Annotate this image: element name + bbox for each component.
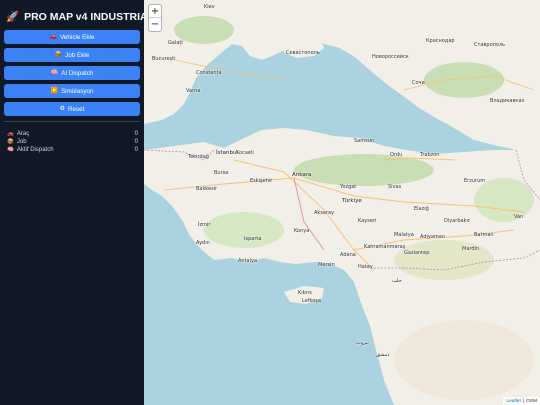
city-label: Constanța [196, 70, 222, 76]
stat-label: Job [16, 139, 27, 145]
city-label: Lefkoşa [302, 298, 321, 304]
city-label: Van [514, 214, 524, 220]
city-label: İstanbul [216, 150, 239, 156]
stat-value: 0 [134, 139, 138, 145]
add-job-label: Job Ekle [65, 51, 90, 59]
add-vehicle-button[interactable]: 🚗 Vehicle Ekle [4, 30, 140, 44]
forest-patch [294, 154, 434, 186]
stat-value: 0 [134, 131, 138, 137]
city-label: Samsun [354, 138, 375, 144]
city-label: Elazığ [414, 206, 429, 212]
sidebar-divider [4, 121, 140, 122]
city-label: Mersin [318, 262, 335, 268]
forest-patch [174, 16, 234, 44]
city-label: Краснодар [426, 38, 455, 44]
city-label: Sivas [388, 184, 402, 190]
desert-patch [394, 320, 534, 400]
package-icon: 📦 [54, 52, 63, 58]
forest-patch [204, 212, 284, 248]
city-label: Hatay [358, 264, 373, 270]
city-label: Aydın [196, 240, 210, 246]
city-label: Yozgat [340, 184, 357, 190]
city-label: Adıyaman [420, 234, 446, 240]
city-label: Kahramanmaraş [364, 244, 406, 250]
city-label: Севастополь [286, 50, 320, 56]
city-label: Malatya [394, 232, 414, 238]
city-label: دمشق [376, 352, 390, 358]
city-label: Tekirdağ [188, 154, 209, 160]
city-label: Türkiye [342, 198, 362, 204]
city-label: Ankara [292, 172, 312, 178]
zoom-in-button[interactable]: + [149, 5, 161, 18]
recycle-icon: ♻ [59, 106, 65, 112]
car-icon: 🚗 [7, 131, 14, 137]
simulation-button[interactable]: ▶️ Simülasyon [4, 84, 140, 98]
app-title-text: PRO MAP v4 INDUSTRIAL [24, 10, 154, 23]
reset-label: Reset [67, 105, 85, 113]
city-label: بيروت [356, 340, 369, 346]
city-label: Gaziantep [404, 250, 430, 256]
city-label: Balıkesir [196, 186, 218, 192]
city-label: Konya [294, 228, 310, 234]
ai-dispatch-button[interactable]: 🧠 AI Dispatch [4, 66, 140, 80]
city-label: Ставрополь [474, 42, 506, 48]
city-label: Mardin [462, 246, 480, 252]
app-title: 🚀 PRO MAP v4 INDUSTRIAL [4, 8, 154, 25]
package-icon: 📦 [7, 139, 14, 145]
city-label: Diyarbakır [444, 218, 470, 224]
sidebar: 🚀 PRO MAP v4 INDUSTRIAL 🚗 Vehicle Ekle 📦… [0, 0, 154, 405]
city-label: Новороссийск [372, 54, 409, 60]
city-label: Aksaray [314, 210, 335, 216]
zoom-out-button[interactable]: − [149, 18, 161, 31]
city-label: Isparta [244, 236, 262, 242]
city-label: Kocaeli [236, 150, 254, 156]
ai-dispatch-label: AI Dispatch [61, 69, 94, 77]
add-job-button[interactable]: 📦 Job Ekle [4, 48, 140, 62]
city-label: Antalya [238, 258, 258, 264]
city-label: Kıbrıs [298, 290, 312, 296]
city-label: Владикавказ [490, 98, 525, 104]
simulation-label: Simülasyon [60, 87, 94, 95]
rocket-icon: 🚀 [6, 11, 20, 23]
city-label: İzmir [198, 222, 211, 228]
forest-patch [474, 178, 534, 222]
city-label: Erzurum [464, 178, 486, 184]
osm-credit: OSM [526, 398, 537, 404]
city-label: Kiev [204, 4, 215, 10]
city-label: Сочи [412, 80, 425, 86]
leaflet-link[interactable]: Leaflet [506, 399, 520, 404]
car-icon: 🚗 [49, 34, 58, 40]
brain-icon: 🧠 [50, 70, 59, 76]
city-label: Varna [186, 88, 201, 94]
city-label: Trabzon [420, 152, 440, 158]
forest-patch [424, 62, 504, 98]
stat-label: Araç [16, 131, 30, 137]
stat-job-count: 📦 Job 0 [4, 138, 138, 146]
add-vehicle-label: Vehicle Ekle [60, 33, 95, 41]
city-label: Ordu [390, 152, 403, 158]
attribution-separator: | [522, 398, 525, 404]
city-label: București [152, 56, 176, 62]
city-label: Kayseri [358, 218, 377, 224]
map-view[interactable]: Kiev Galați București Constanța Varna Се… [144, 0, 540, 405]
map-attribution: Leaflet | OSM [503, 397, 540, 405]
play-icon: ▶️ [50, 88, 58, 94]
stat-vehicle-count: 🚗 Araç 0 [4, 130, 138, 138]
city-label: حلب [392, 278, 402, 284]
reset-button[interactable]: ♻ Reset [4, 102, 140, 116]
stat-label: Aktif Dispatch [16, 147, 54, 153]
stat-value: 0 [134, 147, 138, 153]
stat-active-dispatch: 🧠 Aktif Dispatch 0 [4, 146, 138, 154]
city-label: Eskişehir [250, 178, 273, 184]
city-label: Bursa [214, 170, 229, 176]
brain-icon: 🧠 [7, 147, 14, 153]
city-label: Batman [474, 232, 494, 238]
zoom-control: + − [148, 4, 162, 32]
city-label: Adana [340, 252, 356, 258]
city-label: Galați [168, 40, 183, 46]
